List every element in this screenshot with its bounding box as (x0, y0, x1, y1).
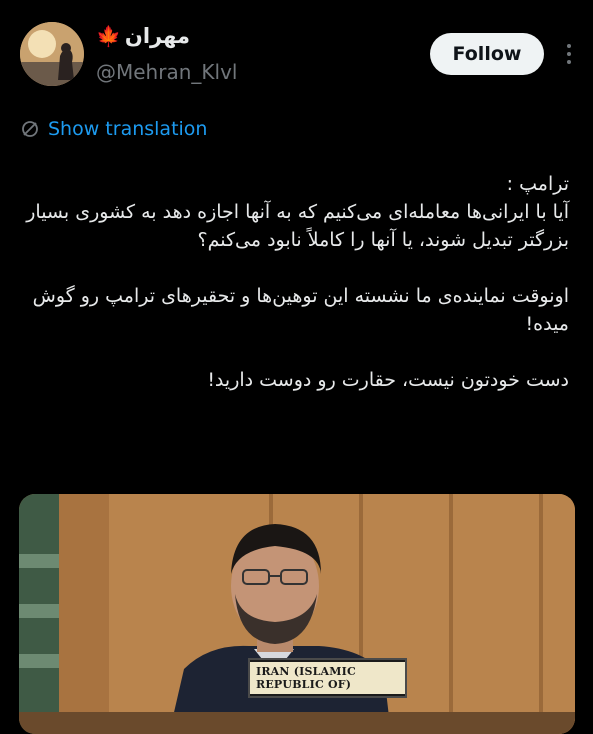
nameplate-text: IRAN (ISLAMIC REPUBLIC OF) (250, 662, 405, 694)
show-translation-label[interactable]: Show translation (48, 118, 207, 140)
avatar-image (20, 22, 84, 86)
tweet-paragraph: دست خودتون نیست، حقارت رو دوست دارید! (207, 369, 569, 391)
tweet-paragraph: ترامپ : (506, 173, 569, 195)
author-name[interactable]: 🍁 مهران (96, 24, 190, 48)
tweet-media-image[interactable]: IRAN (ISLAMIC REPUBLIC OF) (19, 494, 575, 734)
author-handle[interactable]: @Mehran_Klvl (96, 60, 237, 84)
author-name-text[interactable]: مهران (125, 24, 190, 48)
translate-icon (22, 121, 38, 137)
tweet-header: 🍁 مهران @Mehran_Klvl Follow (0, 0, 593, 110)
more-options-icon[interactable] (557, 40, 581, 68)
tweet-paragraph: آیا با ایرانی‌ها معامله‌ای می‌کنیم که به… (26, 201, 569, 251)
country-nameplate: IRAN (ISLAMIC REPUBLIC OF) (248, 658, 407, 698)
maple-leaf-icon: 🍁 (96, 24, 121, 48)
tweet-paragraph: اونوقت نماینده‌ی ما نشسته این توهین‌ها و… (32, 285, 569, 335)
media-photo (19, 494, 575, 734)
tweet-text: ترامپ : آیا با ایرانی‌ها معامله‌ای می‌کن… (19, 170, 569, 394)
follow-button[interactable]: Follow (430, 33, 544, 75)
avatar[interactable] (20, 22, 84, 86)
show-translation-link[interactable]: Show translation (20, 118, 207, 140)
